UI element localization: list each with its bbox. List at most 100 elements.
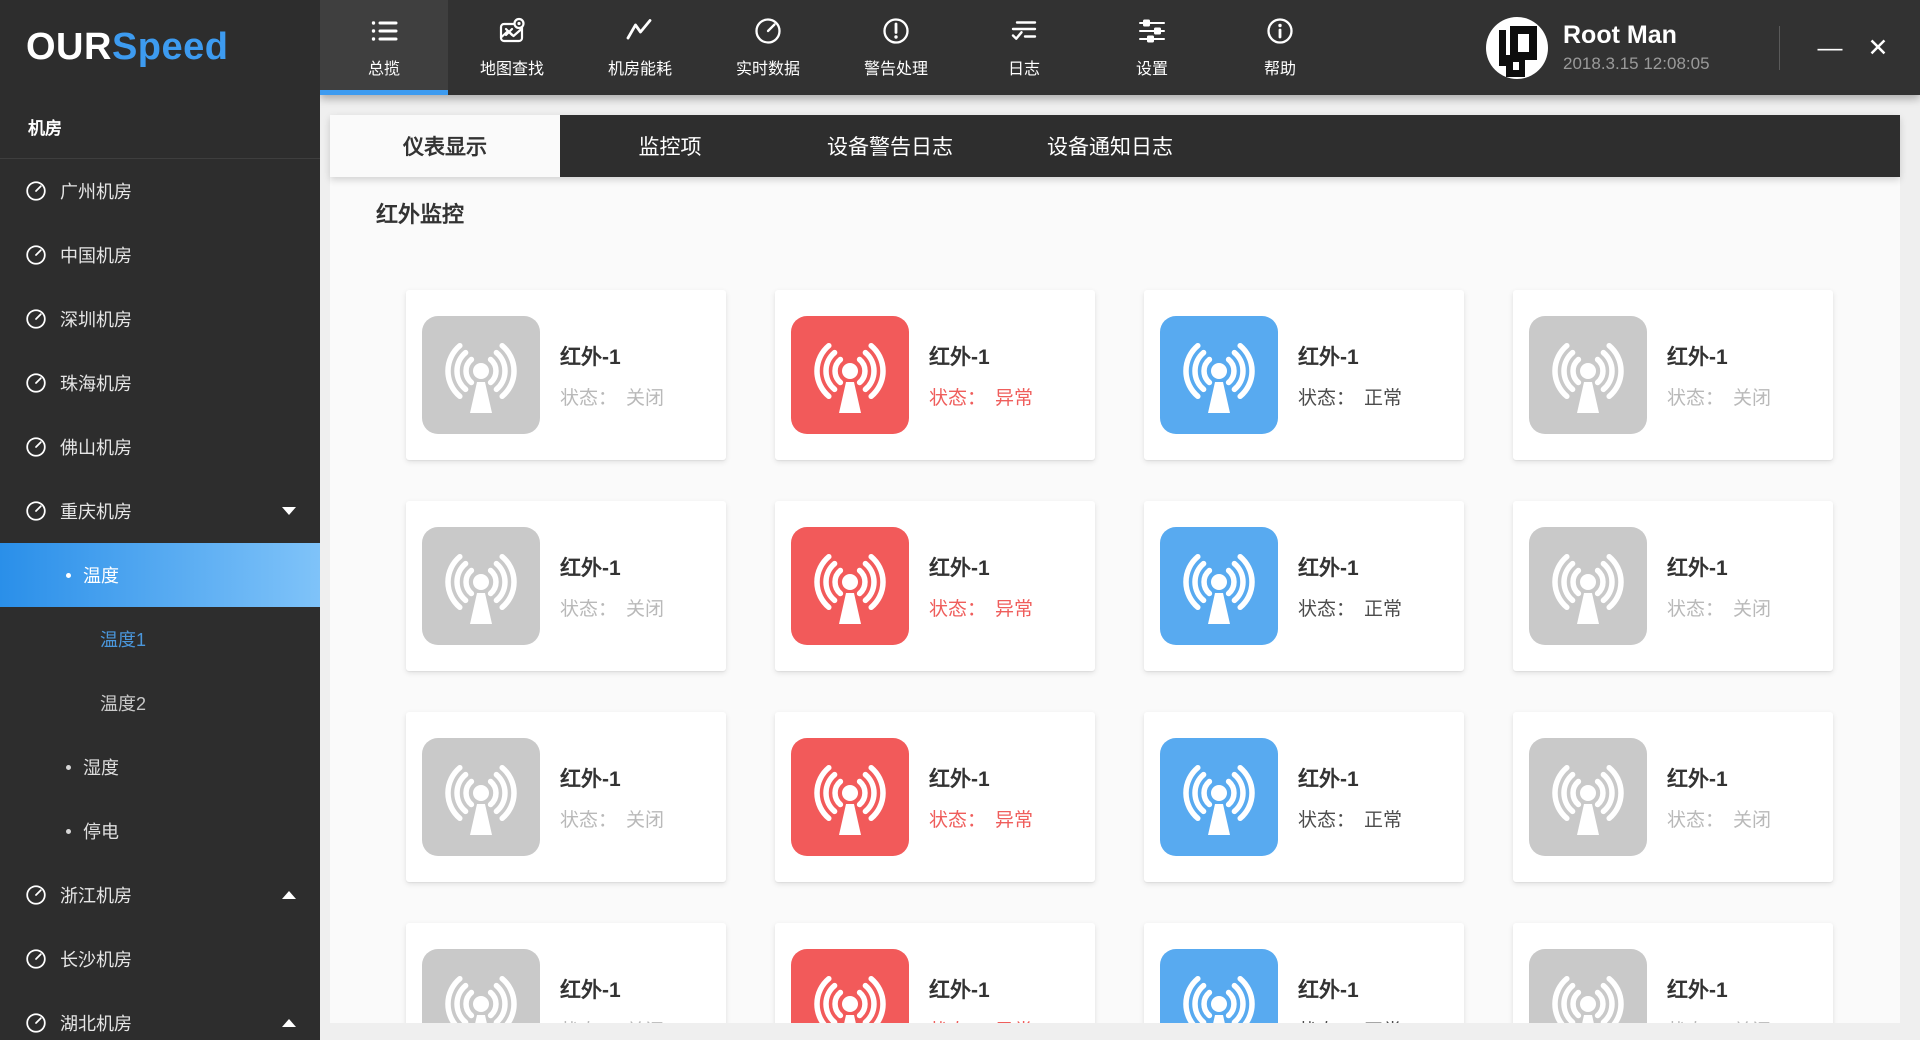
sidebar-item[interactable]: 中国机房 xyxy=(0,223,320,287)
sidebar-item[interactable]: 浙江机房 xyxy=(0,863,320,927)
device-status: 状态： 关闭 xyxy=(560,383,664,410)
device-card[interactable]: 红外-1 状态： 正常 xyxy=(1144,923,1464,1023)
nav-item-map-search[interactable]: 地图查找 xyxy=(448,0,576,95)
status-value: 正常 xyxy=(1364,387,1403,409)
user-avatar[interactable] xyxy=(1486,16,1548,79)
device-status: 状态： 关闭 xyxy=(1667,805,1771,832)
device-card[interactable]: 红外-1 状态： 异常 xyxy=(775,501,1095,671)
device-card[interactable]: 红外-1 状态： 关闭 xyxy=(1513,923,1833,1023)
gauge-icon xyxy=(25,884,47,906)
device-name: 红外-1 xyxy=(1667,345,1728,369)
device-name: 红外-1 xyxy=(1298,767,1359,791)
device-card[interactable]: 红外-1 状态： 关闭 xyxy=(406,501,726,671)
map-search-icon xyxy=(499,17,525,43)
sidebar-item[interactable]: 温度2 xyxy=(0,671,320,735)
device-card[interactable]: 红外-1 状态： 关闭 xyxy=(1513,290,1833,460)
tab[interactable]: 监控项 xyxy=(560,115,780,177)
device-name: 红外-1 xyxy=(1667,767,1728,791)
device-card[interactable]: 红外-1 状态： 正常 xyxy=(1144,290,1464,460)
nav-item-room-energy[interactable]: 机房能耗 xyxy=(576,0,704,95)
info-icon xyxy=(1267,18,1293,44)
nav-label: 日志 xyxy=(1007,61,1040,78)
caret-icon xyxy=(282,1019,296,1027)
nav-item-overview[interactable]: 总揽 xyxy=(320,0,448,95)
antenna-icon xyxy=(791,316,909,434)
status-value: 关闭 xyxy=(1733,809,1772,831)
sidebar-item-label: 珠海机房 xyxy=(60,374,132,394)
sidebar-item[interactable]: 重庆机房 xyxy=(0,479,320,543)
device-card[interactable]: 红外-1 状态： 异常 xyxy=(775,712,1095,882)
app-window: OUR Speed 机房 广州机房 中国机房 深圳机房 珠海机房 佛山机房 重庆… xyxy=(0,0,1920,1040)
device-card[interactable]: 红外-1 状态： 关闭 xyxy=(406,290,726,460)
sidebar-item[interactable]: 长沙机房 xyxy=(0,927,320,991)
minimize-button[interactable]: — xyxy=(1806,24,1854,72)
sidebar-item[interactable]: 佛山机房 xyxy=(0,415,320,479)
nav-item-logs[interactable]: 日志 xyxy=(960,0,1088,95)
sidebar-section-title: 机房 xyxy=(0,95,320,159)
status-value: 关闭 xyxy=(626,598,665,620)
status-value: 关闭 xyxy=(626,387,665,409)
gauge-icon xyxy=(25,500,47,522)
device-card[interactable]: 红外-1 状态： 正常 xyxy=(1144,501,1464,671)
device-card[interactable]: 红外-1 状态： 关闭 xyxy=(1513,712,1833,882)
device-card[interactable]: 红外-1 状态： 关闭 xyxy=(1513,501,1833,671)
tab[interactable]: 仪表显示 xyxy=(330,115,560,177)
sidebar-item-label: 温度 xyxy=(83,566,119,586)
antenna-icon xyxy=(1529,316,1647,434)
panel-body: 红外监控 红外-1 状态： 关闭 红外-1 状态： 异常 红外-1 状态： 正常… xyxy=(330,177,1900,1023)
status-label: 状态： xyxy=(1667,387,1725,409)
sidebar-item[interactable]: 湖北机房 xyxy=(0,991,320,1040)
antenna-icon xyxy=(1160,949,1278,1023)
tab[interactable]: 设备警告日志 xyxy=(780,115,1000,177)
gauge-icon xyxy=(25,1012,47,1034)
nav-item-alert-handling[interactable]: 警告处理 xyxy=(832,0,960,95)
antenna-icon xyxy=(422,527,540,645)
sidebar-item-label: 温度1 xyxy=(100,630,147,650)
sidebar-item-label: 佛山机房 xyxy=(60,438,132,458)
device-text: 红外-1 状态： 正常 xyxy=(1298,341,1402,410)
device-name: 红外-1 xyxy=(1298,978,1359,1002)
device-card[interactable]: 红外-1 状态： 关闭 xyxy=(406,923,726,1023)
device-text: 红外-1 状态： 关闭 xyxy=(560,341,664,410)
device-name: 红外-1 xyxy=(1667,556,1728,580)
user-info: Root Man 2018.3.15 12:08:05 xyxy=(1563,21,1713,74)
device-text: 红外-1 状态： 关闭 xyxy=(560,974,664,1024)
device-status: 状态： 关闭 xyxy=(560,805,664,832)
nav-item-settings[interactable]: 设置 xyxy=(1088,0,1216,95)
device-card[interactable]: 红外-1 状态： 正常 xyxy=(1144,712,1464,882)
device-status: 状态： 关闭 xyxy=(1667,1016,1771,1024)
device-text: 红外-1 状态： 正常 xyxy=(1298,552,1402,621)
sidebar-item[interactable]: 温度1 xyxy=(0,607,320,671)
device-name: 红外-1 xyxy=(560,767,621,791)
device-text: 红外-1 状态： 关闭 xyxy=(1667,763,1771,832)
device-text: 红外-1 状态： 关闭 xyxy=(1667,552,1771,621)
device-card[interactable]: 红外-1 状态： 异常 xyxy=(775,290,1095,460)
sidebar-item[interactable]: 停电 xyxy=(0,799,320,863)
close-button[interactable]: ✕ xyxy=(1854,24,1902,72)
sidebar-item[interactable]: 温度 xyxy=(0,543,320,607)
status-label: 状态： xyxy=(1667,809,1725,831)
gauge-icon xyxy=(25,180,47,202)
sidebar-item[interactable]: 珠海机房 xyxy=(0,351,320,415)
sidebar: OUR Speed 机房 广州机房 中国机房 深圳机房 珠海机房 佛山机房 重庆… xyxy=(0,0,320,1040)
divider xyxy=(1779,25,1780,70)
sidebar-item-label: 温度2 xyxy=(100,694,147,714)
device-name: 红外-1 xyxy=(929,345,990,369)
brand-logo: OUR Speed xyxy=(0,0,320,95)
sidebar-item[interactable]: 广州机房 xyxy=(0,159,320,223)
status-value: 异常 xyxy=(995,387,1034,409)
antenna-icon xyxy=(422,949,540,1023)
nav-label: 实时数据 xyxy=(735,61,800,78)
nav-label: 机房能耗 xyxy=(607,61,672,78)
device-status: 状态： 异常 xyxy=(929,594,1033,621)
device-card[interactable]: 红外-1 状态： 异常 xyxy=(775,923,1095,1023)
nav-item-help[interactable]: 帮助 xyxy=(1216,0,1344,95)
sidebar-item[interactable]: 深圳机房 xyxy=(0,287,320,351)
user-block: Root Man 2018.3.15 12:08:05 — ✕ xyxy=(1486,0,1920,95)
tab[interactable]: 设备通知日志 xyxy=(1000,115,1220,177)
device-card[interactable]: 红外-1 状态： 关闭 xyxy=(406,712,726,882)
nav-item-realtime-data[interactable]: 实时数据 xyxy=(704,0,832,95)
sidebar-item[interactable]: 湿度 xyxy=(0,735,320,799)
device-card-grid: 红外-1 状态： 关闭 红外-1 状态： 异常 红外-1 状态： 正常 红外-1… xyxy=(406,290,1833,1023)
status-label: 状态： xyxy=(1667,598,1725,620)
